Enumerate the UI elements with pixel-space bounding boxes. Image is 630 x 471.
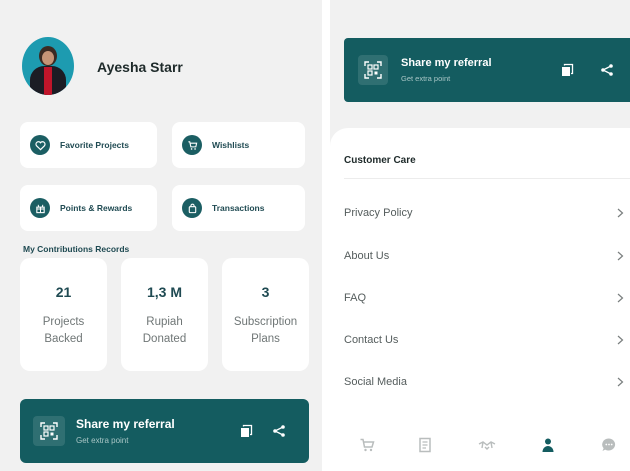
share-referral-banner[interactable]: Share my referral Get extra point xyxy=(344,38,630,102)
favorite-projects-button[interactable]: Favorite Projects xyxy=(20,122,157,168)
menu-item-privacy-policy[interactable]: Privacy Policy xyxy=(344,201,630,225)
chevron-right-icon xyxy=(617,335,624,345)
menu-item-label: About Us xyxy=(344,250,390,262)
points-rewards-button[interactable]: Points & Rewards xyxy=(20,185,157,231)
copy-icon[interactable] xyxy=(238,423,254,439)
chevron-right-icon xyxy=(617,251,624,261)
contributions-title: My Contributions Records xyxy=(23,244,130,254)
stat-projects-backed: 21 Projects Backed xyxy=(20,258,107,371)
profile-name: Ayesha Starr xyxy=(97,59,183,75)
chevron-right-icon xyxy=(617,377,624,387)
stat-value: 21 xyxy=(55,284,72,300)
chat-icon[interactable] xyxy=(600,436,618,454)
gift-icon xyxy=(30,198,50,218)
transactions-button[interactable]: Transactions xyxy=(172,185,305,231)
wishlists-button[interactable]: Wishlists xyxy=(172,122,305,168)
divider xyxy=(344,178,630,179)
document-icon[interactable] xyxy=(416,436,434,454)
stat-label: Projects Backed xyxy=(42,316,85,345)
share-icon[interactable] xyxy=(599,62,615,78)
stat-label: Rupiah Donated xyxy=(142,316,187,345)
stat-subscription-plans: 3 Subscription Plans xyxy=(222,258,309,371)
copy-icon[interactable] xyxy=(559,62,575,78)
bag-icon xyxy=(182,198,202,218)
share-icon[interactable] xyxy=(271,423,287,439)
chevron-right-icon xyxy=(617,293,624,303)
menu-item-contact-us[interactable]: Contact Us xyxy=(344,328,630,352)
referral-title: Share my referral xyxy=(401,57,492,69)
wishlists-label: Wishlists xyxy=(212,140,250,150)
cart-icon[interactable] xyxy=(358,436,376,454)
menu-item-faq[interactable]: FAQ xyxy=(344,286,630,310)
stat-value: 3 xyxy=(261,284,270,300)
menu-item-label: Contact Us xyxy=(344,334,399,346)
stat-value: 1,3 M xyxy=(146,284,182,300)
profile-icon[interactable] xyxy=(539,436,557,454)
stat-rupiah-donated: 1,3 M Rupiah Donated xyxy=(121,258,208,371)
qr-code-icon xyxy=(358,55,388,85)
menu-item-label: Social Media xyxy=(344,376,407,388)
referral-subtitle: Get extra point xyxy=(401,74,451,83)
screen-divider xyxy=(322,0,330,471)
cart-icon xyxy=(182,135,202,155)
favorite-projects-label: Favorite Projects xyxy=(60,140,129,150)
avatar[interactable] xyxy=(22,37,74,95)
points-rewards-label: Points & Rewards xyxy=(60,203,133,213)
referral-subtitle: Get extra point xyxy=(76,436,129,445)
menu-item-social-media[interactable]: Social Media xyxy=(344,370,630,394)
referral-title: Share my referral xyxy=(76,417,175,431)
transactions-label: Transactions xyxy=(212,203,265,213)
stat-label: Subscription Plans xyxy=(233,316,298,345)
menu-item-label: FAQ xyxy=(344,292,367,304)
handshake-icon[interactable] xyxy=(478,436,496,454)
menu-item-label: Privacy Policy xyxy=(344,207,413,219)
qr-code-icon xyxy=(33,416,65,446)
chevron-right-icon xyxy=(617,208,624,218)
customer-care-title: Customer Care xyxy=(344,155,416,166)
share-referral-banner[interactable]: Share my referral Get extra point xyxy=(20,399,309,463)
heart-icon xyxy=(30,135,50,155)
menu-item-about-us[interactable]: About Us xyxy=(344,244,630,268)
